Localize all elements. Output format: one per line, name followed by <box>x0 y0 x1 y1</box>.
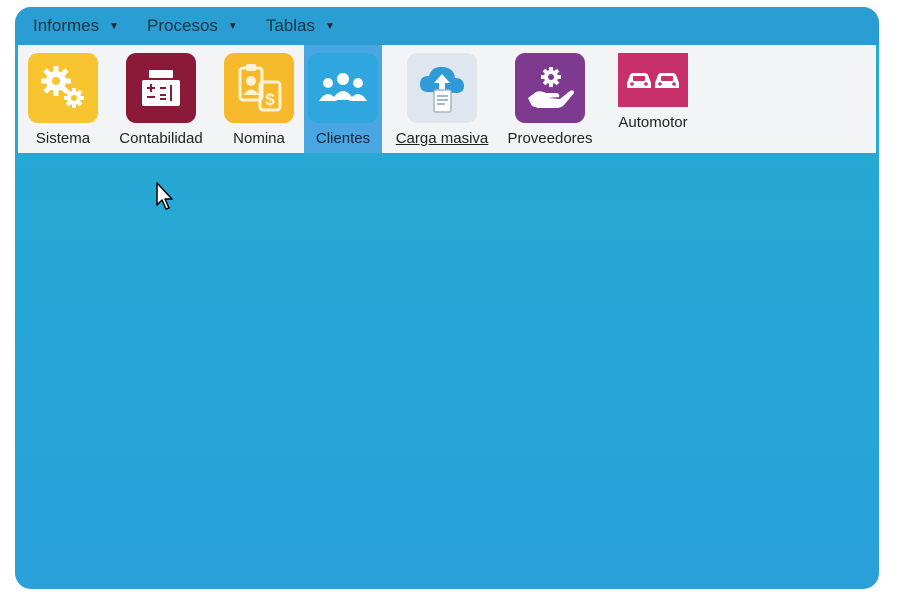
toolbar-item-automotor[interactable]: Automotor <box>598 45 708 153</box>
chevron-down-icon: ▼ <box>227 20 238 32</box>
mouse-pointer-icon <box>156 182 176 217</box>
chevron-down-icon: ▼ <box>109 20 120 32</box>
cloud-upload-icon <box>407 53 477 123</box>
module-toolbar: Sistema Contabilidad $ Nomina Clientes C… <box>18 45 876 153</box>
calculator-icon <box>126 53 196 123</box>
menu-informes[interactable]: Informes ▼ <box>33 16 119 36</box>
hand-gear-icon <box>515 53 585 123</box>
toolbar-item-label: Sistema <box>35 130 91 147</box>
menu-bar: Informes ▼ Procesos ▼ Tablas ▼ <box>15 7 879 45</box>
menu-tablas-label: Tablas <box>265 16 315 35</box>
toolbar-item-clientes[interactable]: Clientes <box>304 45 382 153</box>
toolbar-item-contabilidad[interactable]: Contabilidad <box>108 45 214 153</box>
toolbar-item-proveedores[interactable]: Proveedores <box>502 45 598 153</box>
cars-icon <box>618 53 688 107</box>
menu-procesos[interactable]: Procesos ▼ <box>147 16 238 36</box>
toolbar-item-label: Proveedores <box>507 130 593 147</box>
svg-text:$: $ <box>265 90 275 109</box>
toolbar-item-label: Automotor <box>618 114 688 131</box>
toolbar-item-label: Contabilidad <box>119 130 203 147</box>
menu-procesos-label: Procesos <box>147 16 218 35</box>
toolbar-item-label: Clientes <box>315 130 371 147</box>
users-icon <box>308 53 378 123</box>
toolbar-item-nomina[interactable]: $ Nomina <box>214 45 304 153</box>
id-badge-icon: $ <box>224 53 294 123</box>
toolbar-item-carga-masiva[interactable]: Carga masiva <box>382 45 502 153</box>
menu-tablas[interactable]: Tablas ▼ <box>266 16 335 36</box>
app-window: Informes ▼ Procesos ▼ Tablas ▼ Sistema C… <box>15 7 879 589</box>
menu-informes-label: Informes <box>33 16 100 35</box>
toolbar-item-sistema[interactable]: Sistema <box>18 45 108 153</box>
toolbar-item-label: Carga masiva <box>395 130 489 147</box>
toolbar-item-label: Nomina <box>233 130 285 147</box>
chevron-down-icon: ▼ <box>324 20 335 32</box>
gears-icon <box>28 53 98 123</box>
